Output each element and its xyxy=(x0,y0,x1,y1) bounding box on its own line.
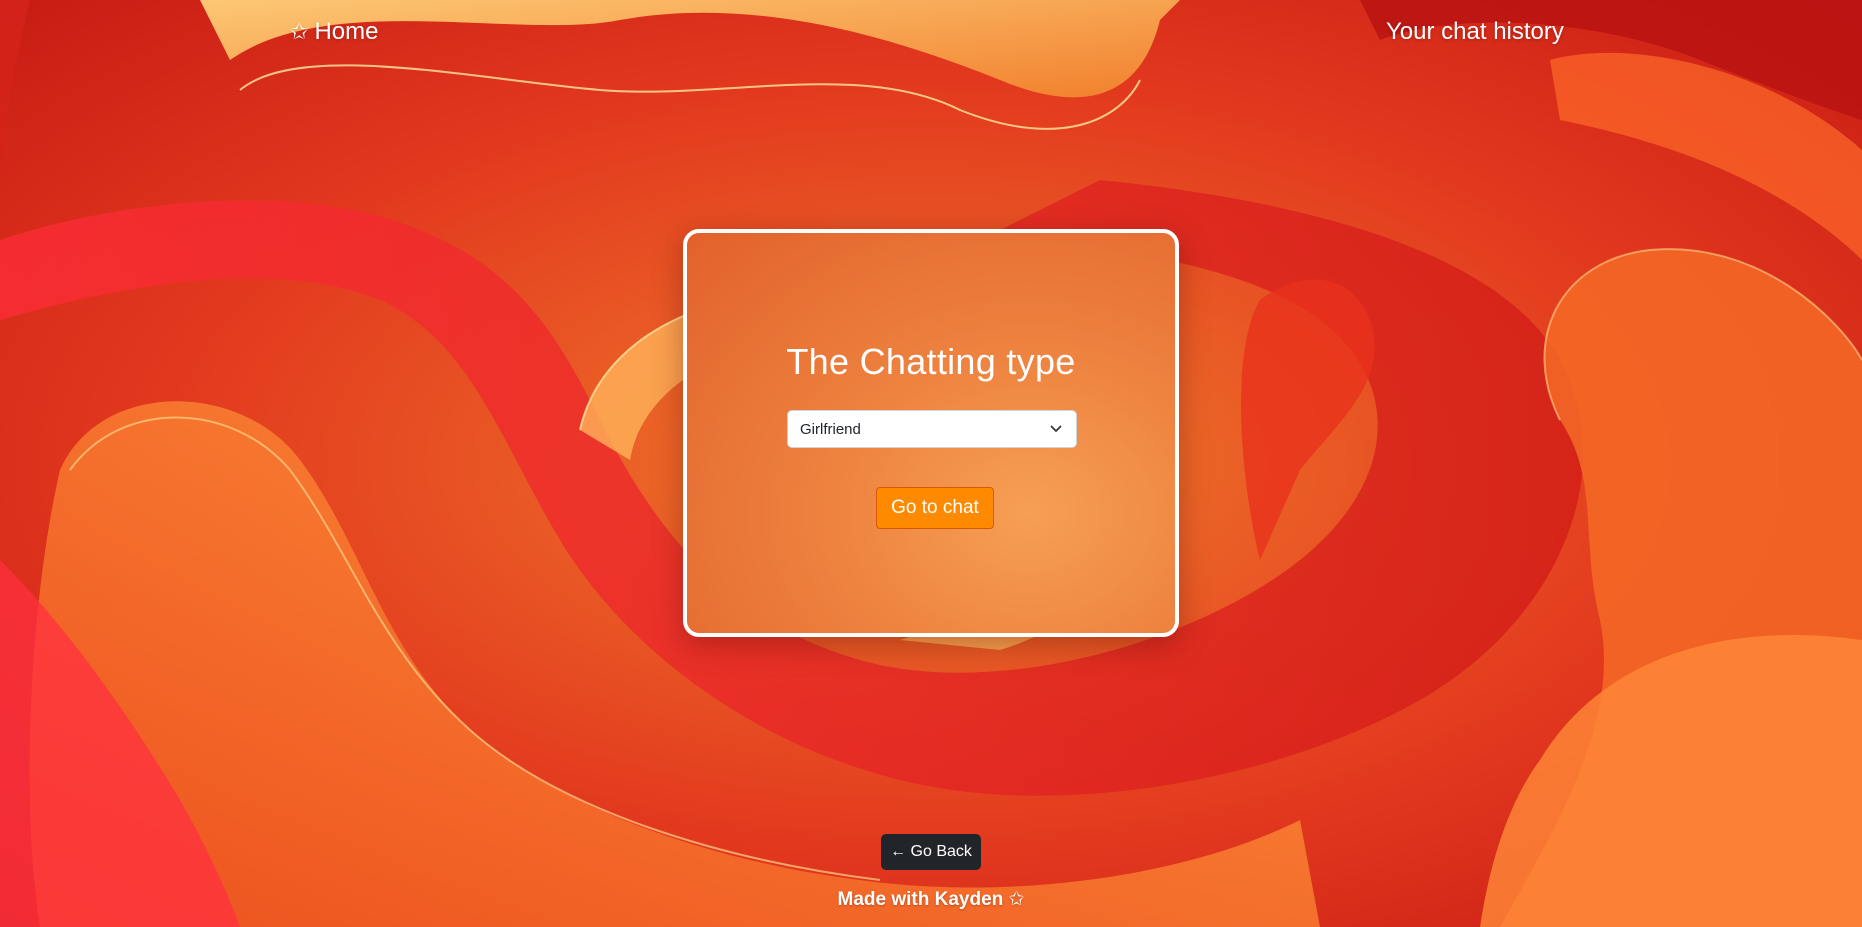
card-title: The Chatting type xyxy=(786,341,1076,382)
chat-type-selected-value: Girlfriend xyxy=(800,421,861,438)
go-to-chat-button[interactable]: Go to chat xyxy=(876,487,994,529)
chat-type-select[interactable]: Girlfriend xyxy=(787,410,1077,448)
star-outline-icon: ✩ xyxy=(290,19,309,44)
nav-home-label: Home xyxy=(314,18,379,45)
footer-credit: Made with Kayden ✩ xyxy=(837,889,1025,910)
nav-chat-history-link[interactable]: Your chat history xyxy=(1386,18,1564,46)
chevron-down-icon xyxy=(1050,425,1062,432)
go-back-button[interactable]: ← Go Back xyxy=(881,834,981,870)
page: ✩ Home Your chat history The Chatting typ… xyxy=(0,0,1862,927)
chat-type-card: The Chatting type Girlfriend Go to chat xyxy=(683,229,1179,637)
nav-home-link[interactable]: ✩ Home xyxy=(290,18,378,46)
